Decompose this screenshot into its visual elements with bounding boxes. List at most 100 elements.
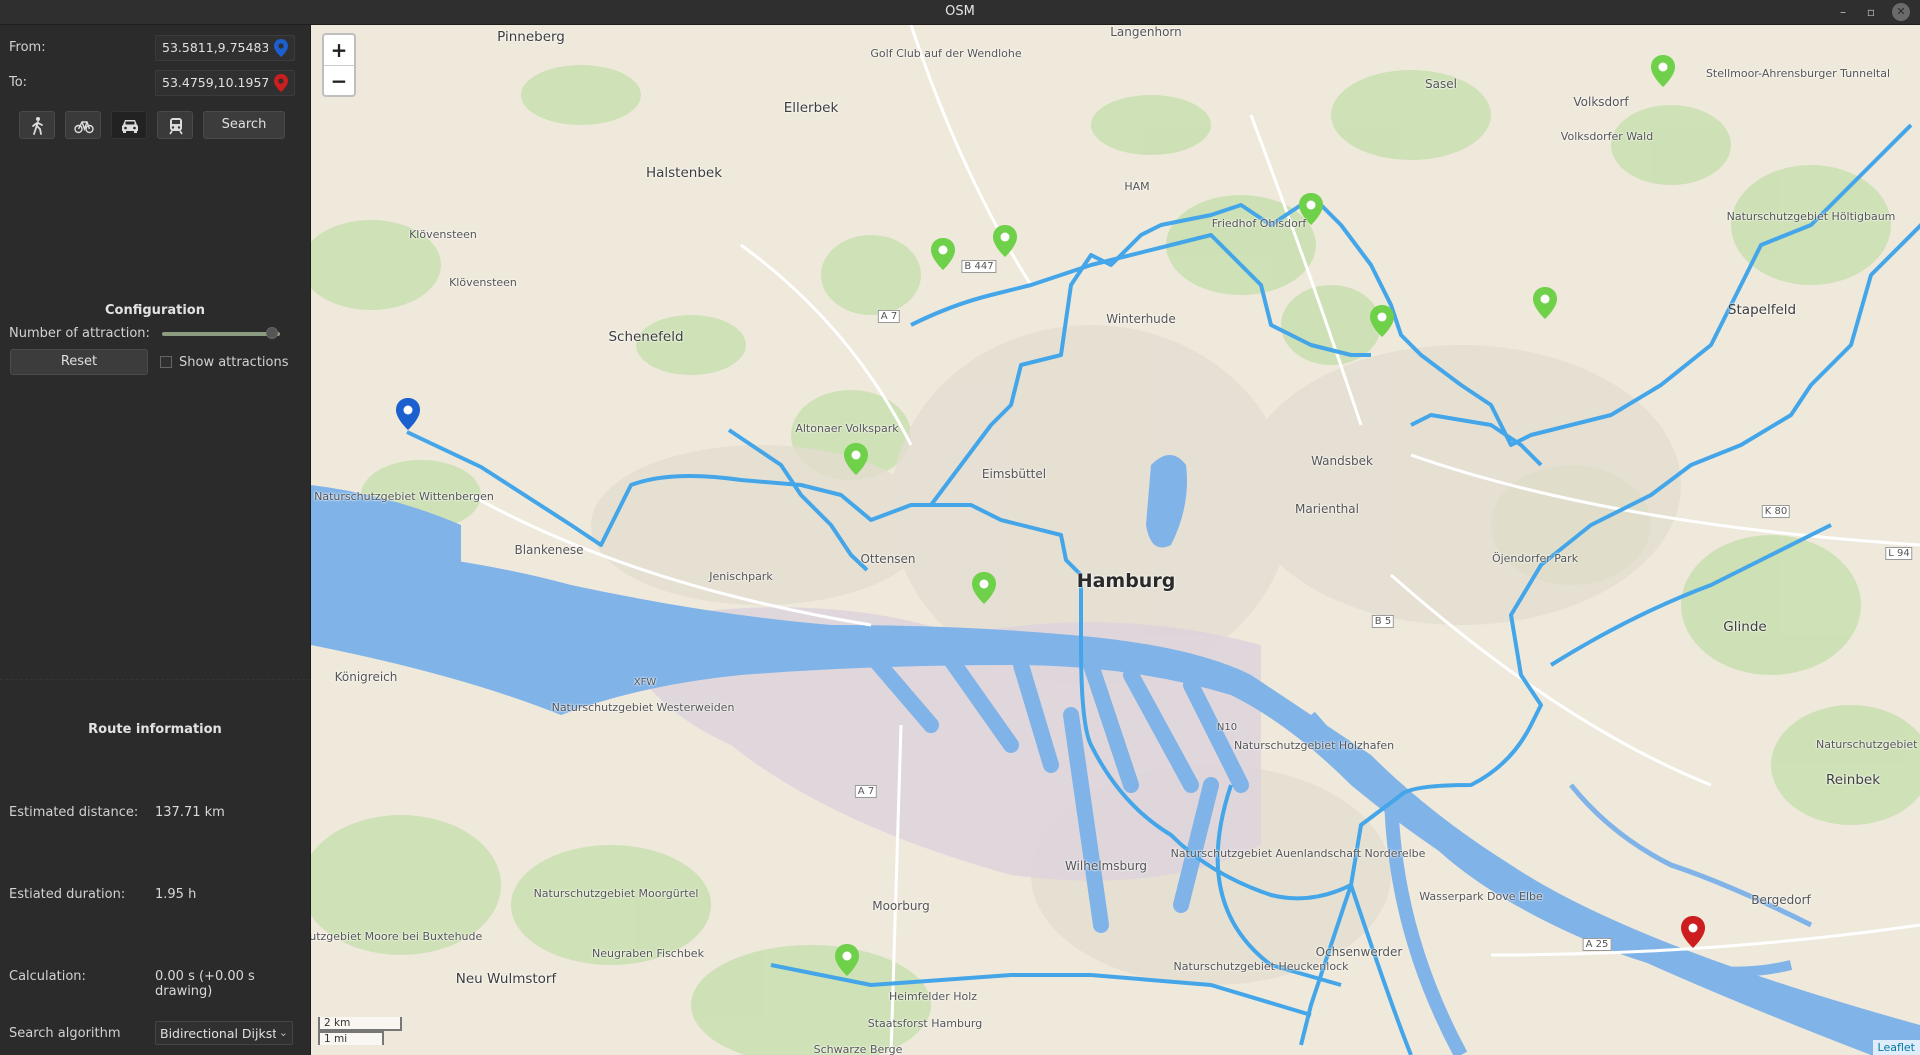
- road-shield: N10: [1216, 722, 1238, 733]
- place-label: Naturschutzgebiet Holzhafen: [1233, 739, 1395, 752]
- route-info-heading: Route information: [88, 722, 222, 737]
- place-label: Blankenese: [514, 543, 584, 557]
- attraction-marker-icon[interactable]: [1533, 287, 1557, 319]
- from-field[interactable]: [155, 35, 295, 61]
- map[interactable]: Pinneberg Langenhorn Ellerbek Halstenbek…: [311, 25, 1920, 1055]
- place-label: Eimsbüttel: [981, 467, 1047, 481]
- window-title: OSM: [945, 4, 975, 19]
- attraction-marker-icon[interactable]: [993, 225, 1017, 257]
- city-label-hamburg: Hamburg: [1076, 570, 1176, 592]
- distance-value: 137.71 km: [155, 805, 225, 820]
- place-label: Naturschutzgebiet Wittenbergen: [314, 490, 494, 503]
- place-label: Sasel: [1425, 77, 1457, 91]
- algorithm-label: Search algorithm: [9, 1026, 121, 1041]
- place-label: Marienthal: [1295, 502, 1359, 516]
- maximize-icon[interactable]: ▫: [1862, 3, 1880, 21]
- reset-button[interactable]: Reset: [10, 349, 148, 375]
- end-pin-icon[interactable]: [274, 74, 288, 92]
- chevron-down-icon: ⌄: [278, 1026, 288, 1039]
- place-label: Wilhelmsburg: [1064, 859, 1148, 873]
- scale-km: 2 km: [318, 1017, 402, 1031]
- train-icon: [169, 118, 183, 135]
- minimize-icon[interactable]: –: [1834, 3, 1852, 21]
- map-base: [311, 25, 1920, 1055]
- scale-mi: 1 mi: [318, 1031, 384, 1045]
- attraction-marker-icon[interactable]: [1651, 55, 1675, 87]
- distance-label: Estimated distance:: [9, 805, 139, 820]
- attraction-marker-icon[interactable]: [844, 443, 868, 475]
- car-icon: [122, 120, 138, 133]
- place-label: Neu Wulmstorf: [455, 971, 557, 987]
- from-input[interactable]: [160, 39, 270, 56]
- place-label: Schwarze Berge: [813, 1043, 903, 1055]
- place-label: Naturschutzgebiet Westerweiden: [551, 701, 735, 714]
- airport-label: HAM: [1124, 180, 1150, 193]
- road-shield: L 94: [1885, 547, 1913, 560]
- place-label: Stapelfeld: [1727, 302, 1797, 318]
- place-label: Ochsenwerder: [1315, 945, 1403, 959]
- place-label: Klövensteen: [449, 276, 517, 289]
- train-mode-button[interactable]: [157, 111, 193, 139]
- to-input[interactable]: [160, 74, 270, 91]
- walk-mode-button[interactable]: [19, 111, 55, 139]
- place-label: Neugraben Fischbek: [592, 947, 704, 960]
- bicycle-mode-button[interactable]: [65, 111, 101, 139]
- place-label: Ottensen: [860, 552, 916, 566]
- place-label: Glinde: [1723, 619, 1767, 635]
- place-label: Naturschutzgebiet Moorgürtel: [533, 887, 699, 900]
- road-shield: A 7: [854, 785, 878, 798]
- place-label: Heimfelder Holz: [888, 990, 978, 1003]
- zoom-out-button[interactable]: −: [324, 66, 354, 96]
- divider: [0, 679, 310, 681]
- road-shield: A 7: [877, 310, 901, 323]
- show-attractions-checkbox[interactable]: [160, 356, 172, 368]
- place-label: Öjendorfer Park: [1491, 552, 1579, 565]
- place-label: Winterhude: [1106, 312, 1176, 326]
- road-shield: B 447: [961, 260, 997, 273]
- configuration-heading: Configuration: [105, 303, 205, 318]
- attribution-link[interactable]: Leaflet: [1872, 1040, 1920, 1055]
- place-label: Klövensteen: [409, 228, 477, 241]
- calculation-label: Calculation:: [9, 969, 86, 984]
- place-label: Wandsbek: [1311, 454, 1373, 468]
- attraction-marker-icon[interactable]: [1370, 305, 1394, 337]
- attraction-marker-icon[interactable]: [835, 944, 859, 976]
- car-mode-button[interactable]: [111, 111, 147, 139]
- place-label: Naturschutzgebiet Höltigbaum: [1726, 210, 1896, 223]
- place-label: Stellmoor-Ahrensburger Tunneltal: [1705, 67, 1891, 80]
- place-label: Naturschutzgebiet Moore bei Buxtehude: [311, 930, 483, 943]
- start-pin-icon[interactable]: [274, 39, 288, 57]
- search-button[interactable]: Search: [203, 111, 285, 139]
- attraction-marker-icon[interactable]: [931, 238, 955, 270]
- place-label: Jenischpark: [709, 570, 773, 583]
- show-attractions-label[interactable]: Show attractions: [179, 355, 289, 370]
- to-field[interactable]: [155, 70, 295, 96]
- attraction-marker-icon[interactable]: [972, 572, 996, 604]
- end-marker-icon[interactable]: [1681, 916, 1705, 948]
- place-label: Ellerbek: [783, 100, 839, 116]
- road-shield: B 5: [1371, 615, 1395, 628]
- place-label: Reinbek: [1825, 772, 1881, 788]
- attractions-slider[interactable]: [162, 332, 280, 336]
- sidebar: From: To: Search Configuration Number of…: [0, 25, 311, 1055]
- algorithm-select[interactable]: Bidirectional Dijkstra ⌄: [155, 1021, 293, 1045]
- place-label: Volksdorfer Wald: [1560, 130, 1654, 143]
- place-label: Pinneberg: [497, 29, 565, 45]
- place-label: Königreich: [334, 670, 398, 684]
- bicycle-icon: [74, 121, 94, 134]
- close-icon[interactable]: ✕: [1892, 3, 1910, 21]
- place-label: Volksdorf: [1573, 95, 1629, 109]
- place-label: Naturschutzgebiet Heuckenlock: [1173, 960, 1349, 973]
- start-marker-icon[interactable]: [396, 398, 420, 430]
- place-label: Altonaer Volkspark: [795, 422, 899, 435]
- place-label: Golf Club auf der Wendlohe: [870, 47, 1022, 60]
- zoom-in-button[interactable]: +: [324, 35, 354, 66]
- place-label: Friedhof Ohlsdorf: [1211, 217, 1307, 230]
- to-label: To:: [9, 75, 28, 90]
- algorithm-select-value: Bidirectional Dijkstra: [160, 1026, 276, 1041]
- from-label: From:: [9, 40, 46, 55]
- place-label: Schenefeld: [608, 329, 684, 345]
- duration-value: 1.95 h: [155, 887, 197, 902]
- attractions-slider-handle[interactable]: [265, 327, 278, 339]
- walk-icon: [32, 117, 43, 135]
